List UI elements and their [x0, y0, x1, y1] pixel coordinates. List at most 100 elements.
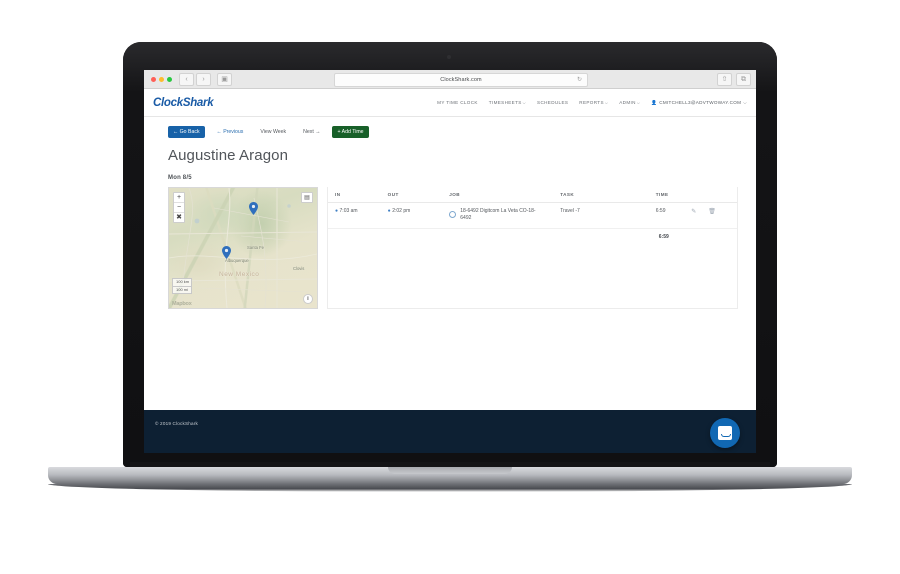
go-back-button[interactable]: ← Go Back: [168, 126, 205, 139]
nav-label: REPORTS: [579, 100, 604, 105]
sidebar-toggle-icon[interactable]: ▣: [217, 72, 232, 86]
view-week-button[interactable]: View Week: [255, 126, 291, 138]
previous-button[interactable]: ← Previous: [212, 126, 249, 138]
total-time: 6:59: [658, 233, 669, 240]
map-layers-icon[interactable]: ▤: [301, 192, 313, 204]
map-label-clovis: Clovis: [293, 266, 305, 272]
page-title: Augustine Aragon: [168, 147, 289, 165]
add-time-label: Add Time: [341, 128, 364, 135]
table-total-row: 6:59: [328, 228, 737, 245]
location-map[interactable]: + − ✖ ▤ i Santa Fe Albuquerque New Mexic…: [168, 187, 318, 310]
browser-right-buttons[interactable]: ⇧ ⧉: [717, 73, 751, 86]
back-icon[interactable]: ‹: [179, 72, 194, 86]
nav-item-admin[interactable]: ADMIN⌵: [619, 100, 640, 105]
screenshot-root: ‹ › ▣ ClockShark.com ↻ ⇧ ⧉ ClockShark MY…: [0, 0, 900, 574]
laptop-base-notch: [388, 467, 512, 474]
cell-time: 6:59: [655, 202, 692, 229]
location-pin-icon: ●: [335, 208, 339, 215]
forward-icon[interactable]: ›: [196, 72, 211, 86]
table-header-row: IN OUT JOB TASK TIME: [328, 187, 737, 204]
map-scale-km: 100 km: [173, 279, 192, 287]
user-account-menu[interactable]: 👤 CMITCHELL3@ADVTWOWAY.COM ⌵: [651, 100, 747, 106]
webcam-icon: [447, 55, 451, 59]
map-attribution[interactable]: Mapbox: [172, 301, 192, 307]
map-pin[interactable]: [249, 202, 258, 216]
user-email: CMITCHELL3@ADVTWOWAY.COM: [659, 100, 742, 105]
plus-icon: +: [337, 128, 341, 135]
table-body: ● 7:03 am ● 2:02 pm 18-6492 Digitcom La Ve…: [328, 202, 737, 229]
job-status-icon: [449, 211, 457, 219]
trash-icon[interactable]: 🗑: [708, 208, 716, 216]
map-zoom-in-button[interactable]: +: [174, 193, 184, 204]
total-spacer-in: [328, 228, 388, 245]
page-footer: © 2019 ClockShark: [144, 409, 756, 453]
total-spacer-task: [560, 228, 656, 245]
window-controls[interactable]: [151, 76, 172, 82]
url-text: ClockShark.com: [440, 77, 482, 83]
edit-icon[interactable]: ✎: [691, 208, 696, 216]
cell-in: ● 7:03 am: [328, 202, 388, 229]
nav-label: SCHEDULES: [537, 100, 569, 105]
map-pin[interactable]: [222, 246, 231, 260]
cell-out: ● 2:02 pm: [387, 202, 450, 229]
chevron-down-icon: ⌵: [743, 100, 747, 105]
timesheet-table: IN OUT JOB TASK TIME ● 7:03 am ● 2:02 pm…: [328, 187, 737, 245]
column-header-job: JOB: [449, 187, 561, 204]
reload-icon[interactable]: ↻: [577, 76, 582, 83]
logo-clock: Clock: [153, 96, 183, 109]
column-header-time: TIME: [655, 187, 692, 204]
map-label-santa-fe: Santa Fe: [247, 245, 264, 251]
total-spacer-job: [449, 228, 560, 245]
add-time-button[interactable]: + Add Time: [332, 126, 369, 139]
chat-glyph: [718, 426, 732, 440]
map-zoom-controls[interactable]: + − ✖: [173, 192, 185, 224]
nav-label: MY TIME CLOCK: [437, 100, 478, 105]
cell-actions[interactable]: ✎ 🗑: [691, 202, 737, 229]
app-header: ClockShark MY TIME CLOCK TIMESHEETS⌵ SCH…: [144, 89, 756, 117]
table-row[interactable]: ● 7:03 am ● 2:02 pm 18-6492 Digitcom La Ve…: [328, 202, 737, 229]
laptop-base-lip: [48, 484, 852, 492]
nav-item-reports[interactable]: REPORTS⌵: [579, 100, 608, 105]
tabs-icon[interactable]: ⧉: [736, 73, 751, 86]
map-scale-mi: 100 mi: [176, 286, 189, 292]
map-scale: 100 km 100 mi: [172, 278, 193, 295]
column-header-task: TASK: [560, 187, 656, 204]
column-header-out: OUT: [387, 187, 450, 204]
next-button[interactable]: Next →: [298, 126, 325, 138]
map-label-new-mexico: New Mexico: [219, 271, 260, 279]
next-label: Next: [303, 128, 314, 135]
location-pin-icon: ●: [387, 208, 391, 215]
minimize-window-button[interactable]: [159, 76, 164, 82]
column-header-actions: [691, 187, 737, 204]
go-back-label: Go Back: [179, 128, 200, 135]
user-icon: 👤: [651, 99, 658, 105]
map-zoom-out-button[interactable]: −: [174, 203, 184, 214]
address-bar[interactable]: ClockShark.com ↻: [334, 73, 588, 87]
column-header-in: IN: [328, 187, 388, 204]
previous-label: Previous: [223, 128, 244, 135]
chat-bubble-icon[interactable]: [710, 418, 740, 448]
maximize-window-button[interactable]: [167, 76, 172, 82]
clockshark-logo[interactable]: ClockShark: [153, 96, 214, 109]
view-week-label: View Week: [260, 128, 287, 135]
nav-item-timesheets[interactable]: TIMESHEETS⌵: [489, 100, 526, 105]
row-actions[interactable]: ✎ 🗑: [691, 208, 734, 216]
nav-item-schedules[interactable]: SCHEDULES: [537, 100, 568, 105]
close-window-button[interactable]: [151, 76, 156, 82]
nav-item-my-time-clock[interactable]: MY TIME CLOCK: [437, 100, 478, 105]
in-time: 7:03 am: [339, 208, 358, 215]
total-spacer-actions: [691, 228, 737, 245]
cell-task: Travel -7: [560, 202, 656, 229]
browser-toolbar: ‹ › ▣ ClockShark.com ↻ ⇧ ⧉: [144, 70, 756, 89]
day-body: + − ✖ ▤ i Santa Fe Albuquerque New Mexic…: [144, 181, 756, 310]
table-footer: 6:59: [328, 228, 737, 245]
out-time: 2:02 pm: [392, 208, 411, 215]
share-icon[interactable]: ⇧: [717, 73, 732, 86]
page-toolbar: ← Go Back ← Previous View Week Next → + …: [144, 126, 756, 139]
map-reset-button[interactable]: ✖: [174, 213, 184, 222]
laptop-screen: ‹ › ▣ ClockShark.com ↻ ⇧ ⧉ ClockShark MY…: [144, 70, 756, 453]
copyright-text: © 2019 ClockShark: [155, 421, 199, 426]
page-content: ← Go Back ← Previous View Week Next → + …: [144, 117, 756, 409]
logo-shark: Shark: [182, 96, 214, 109]
browser-nav-buttons[interactable]: ‹ ›: [179, 72, 211, 86]
